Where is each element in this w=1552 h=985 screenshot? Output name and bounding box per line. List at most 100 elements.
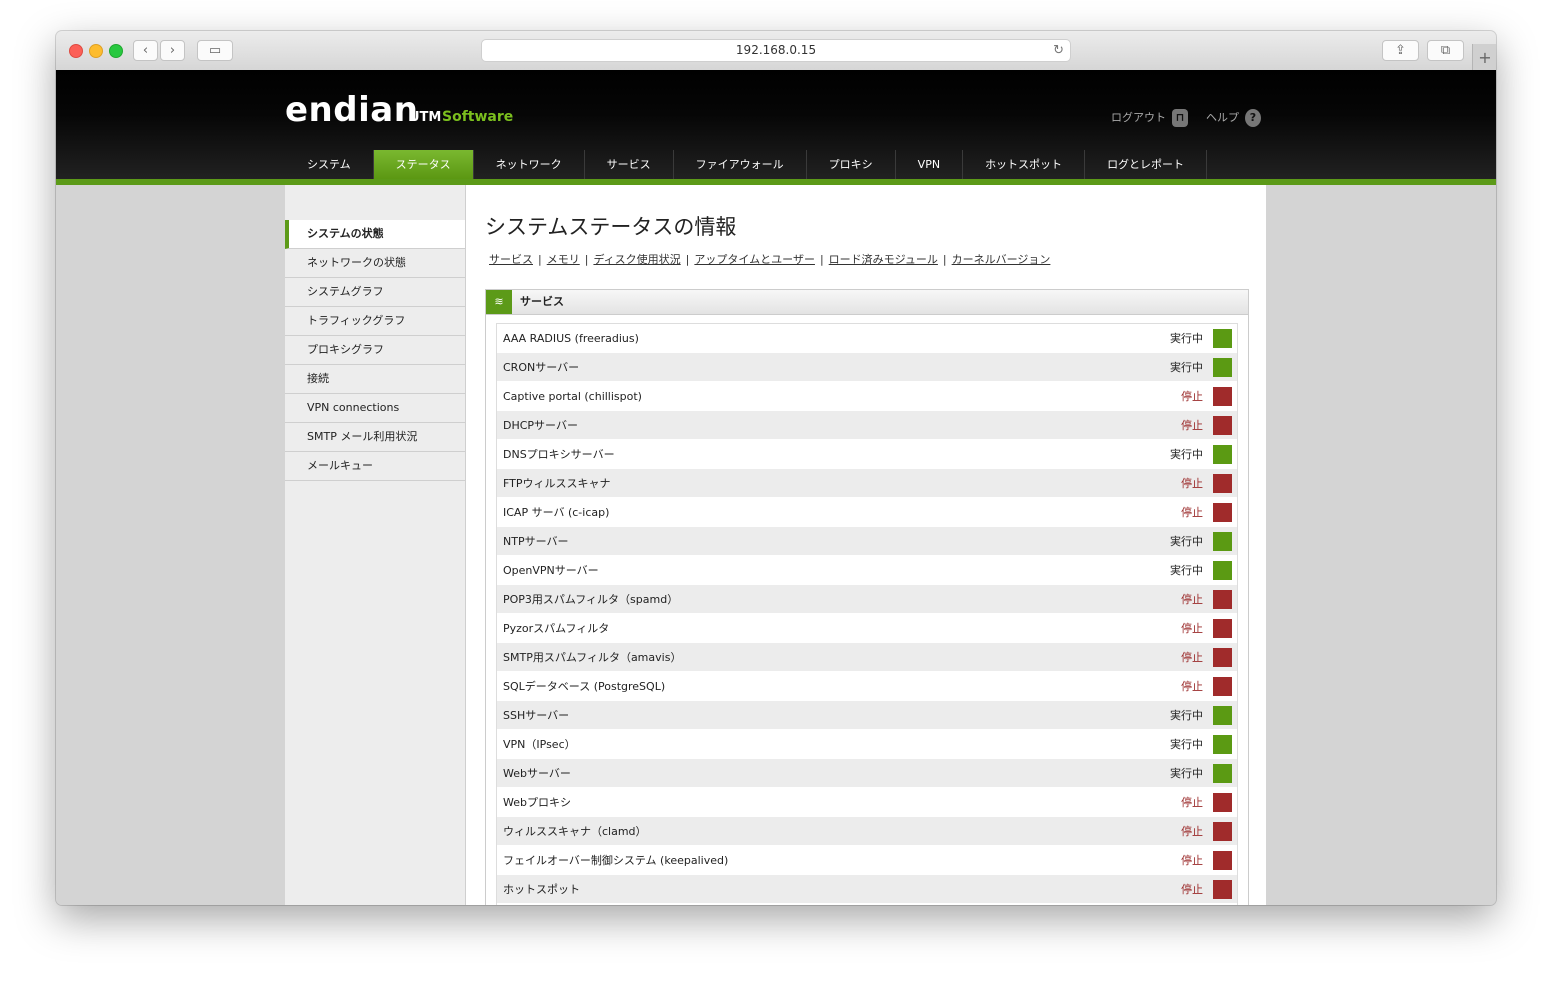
sidebar-item-0[interactable]: システムの状態 <box>285 220 465 249</box>
service-status-text: 実行中 <box>1170 535 1203 548</box>
service-row: ICAP サーバ (c-icap) 停止 <box>497 498 1237 527</box>
service-name: Captive portal (chillispot) <box>503 389 642 403</box>
status-stopped-indicator <box>1213 850 1232 870</box>
share-icon: ⇪ <box>1395 43 1406 58</box>
service-name: VPN（IPsec） <box>503 738 576 751</box>
nav-tab-3[interactable]: サービス <box>585 150 674 180</box>
status-stopped-indicator <box>1213 415 1232 435</box>
service-row: ホットスポット 停止 <box>497 875 1237 904</box>
browser-titlebar: ‹ › ▭ 192.168.0.15 ↻ ⇪ ⧉ + <box>56 31 1496 71</box>
service-name: ICAP サーバ (c-icap) <box>503 506 610 519</box>
sidebar-item-2[interactable]: システムグラフ <box>285 278 465 307</box>
panel-title: サービス <box>520 295 564 308</box>
nav-tab-1[interactable]: ステータス <box>373 150 474 180</box>
sidebar-menu: システムの状態 ネットワークの状態 システムグラフ トラフィックグラフ プロキシグラフ接… <box>285 220 465 481</box>
help-link[interactable]: ヘルプ? <box>1206 109 1261 127</box>
status-stopped-indicator <box>1213 879 1232 899</box>
main-content: システムステータスの情報 サービス | メモリ | ディスク使用状況 | アップタイムとユー… <box>485 185 1249 905</box>
service-status-text: 停止 <box>1181 854 1203 867</box>
sidebar-item-6[interactable]: VPN connections <box>285 394 465 423</box>
section-link-5[interactable]: カーネルバージョン <box>952 253 1051 266</box>
section-link-0[interactable]: サービス <box>489 253 533 266</box>
nav-tab-2[interactable]: ネットワーク <box>474 150 585 180</box>
help-icon: ? <box>1245 109 1261 127</box>
nav-tab-6[interactable]: VPN <box>896 150 964 180</box>
tabs-overview-button[interactable]: ⧉ <box>1427 40 1464 61</box>
url-text: 192.168.0.15 <box>735 43 817 57</box>
service-name: FTPウィルススキャナ <box>503 477 611 490</box>
service-row: Webサーバー 実行中 <box>497 759 1237 788</box>
page-title: システムステータスの情報 <box>485 215 737 239</box>
status-running-indicator <box>1213 734 1232 754</box>
sidebar-item-3[interactable]: トラフィックグラフ <box>285 307 465 336</box>
service-status-text: 停止 <box>1181 680 1203 693</box>
service-status-text: 停止 <box>1181 796 1203 809</box>
service-name: Pyzorスパムフィルタ <box>503 622 610 635</box>
zoom-window-button[interactable] <box>109 44 123 58</box>
status-stopped-indicator <box>1213 618 1232 638</box>
address-bar[interactable]: 192.168.0.15 ↻ <box>481 39 1071 62</box>
service-row: NTPサーバー 実行中 <box>497 527 1237 556</box>
close-window-button[interactable] <box>69 44 83 58</box>
section-link-2[interactable]: ディスク使用状況 <box>593 253 680 266</box>
back-button[interactable]: ‹ <box>133 40 158 61</box>
service-row: Captive portal (chillispot) 停止 <box>497 382 1237 411</box>
status-running-indicator <box>1213 328 1232 348</box>
sidebar-item-1[interactable]: ネットワークの状態 <box>285 249 465 278</box>
plus-icon: + <box>1478 48 1492 67</box>
nav-tab-4[interactable]: ファイアウォール <box>674 150 807 180</box>
service-name: DNSプロキシサーバー <box>503 448 615 461</box>
sidebar-item-5[interactable]: 接続 <box>285 365 465 394</box>
status-running-indicator <box>1213 357 1232 377</box>
sidebar-icon: ▭ <box>208 43 222 58</box>
site-header: endian UTM Software ログアウト ⊓ ヘルプ? システム ステータ… <box>56 70 1496 181</box>
nav-tab-7[interactable]: ホットスポット <box>963 150 1086 180</box>
logout-link[interactable]: ログアウト ⊓ <box>1111 109 1188 127</box>
service-status-text: 停止 <box>1181 825 1203 838</box>
status-running-indicator <box>1213 705 1232 725</box>
nav-tab-0[interactable]: システム <box>285 150 374 180</box>
service-row: Pyzorスパムフィルタ 停止 <box>497 614 1237 643</box>
service-name: CRONサーバー <box>503 361 580 374</box>
content-wrapper: システムの状態 ネットワークの状態 システムグラフ トラフィックグラフ プロキシグラフ接… <box>285 185 1266 905</box>
sidebar-item-8[interactable]: メールキュー <box>285 452 465 481</box>
minimize-window-button[interactable] <box>89 44 103 58</box>
section-link-3[interactable]: アップタイムとユーザー <box>694 253 815 266</box>
service-name: DHCPサーバー <box>503 419 578 432</box>
forward-button[interactable]: › <box>160 40 185 61</box>
service-row: フェイルオーバー制御システム (keepalived) 停止 <box>497 846 1237 875</box>
service-status-text: 実行中 <box>1170 709 1203 722</box>
service-status-text: 実行中 <box>1170 767 1203 780</box>
services-table: AAA RADIUS (freeradius) 実行中 CRONサーバー 実行中 Cap… <box>496 323 1238 905</box>
status-running-indicator <box>1213 531 1232 551</box>
status-stopped-indicator <box>1213 473 1232 493</box>
status-stopped-indicator <box>1213 647 1232 667</box>
service-status-text: 停止 <box>1181 506 1203 519</box>
services-panel: ≋ サービス AAA RADIUS (freeradius) 実行中 CRONサーバ… <box>485 289 1249 905</box>
sidebar-item-4[interactable]: プロキシグラフ <box>285 336 465 365</box>
service-name: SSHサーバー <box>503 709 570 722</box>
reload-icon[interactable]: ↻ <box>1053 40 1064 61</box>
nav-tab-8[interactable]: ログとレポート <box>1085 150 1208 180</box>
service-row: DNSプロキシサーバー 実行中 <box>497 440 1237 469</box>
share-button[interactable]: ⇪ <box>1382 40 1419 61</box>
service-row: メールスキャナ（POP3）停止 <box>497 904 1237 905</box>
new-tab-button[interactable]: + <box>1472 44 1496 71</box>
service-row: DHCPサーバー 停止 <box>497 411 1237 440</box>
sidebar-toggle-button[interactable]: ▭ <box>197 40 233 61</box>
link-separator: | <box>819 253 824 266</box>
section-link-4[interactable]: ロード済みモジュール <box>829 253 938 266</box>
logo-software-text: Software <box>442 109 514 125</box>
nav-tab-5[interactable]: プロキシ <box>807 150 896 180</box>
tabs-icon: ⧉ <box>1440 43 1451 58</box>
service-row: POP3用スパムフィルタ（spamd） 停止 <box>497 585 1237 614</box>
status-stopped-indicator <box>1213 386 1232 406</box>
section-link-1[interactable]: メモリ <box>547 253 580 266</box>
link-separator: | <box>942 253 947 266</box>
service-status-text: 停止 <box>1181 622 1203 635</box>
service-name: フェイルオーバー制御システム (keepalived) <box>503 854 729 867</box>
sidebar-item-7[interactable]: SMTP メール利用状況 <box>285 423 465 452</box>
link-separator: | <box>584 253 589 266</box>
service-row: SMTP用スパムフィルタ（amavis） 停止 <box>497 643 1237 672</box>
service-status-text: 停止 <box>1181 651 1203 664</box>
